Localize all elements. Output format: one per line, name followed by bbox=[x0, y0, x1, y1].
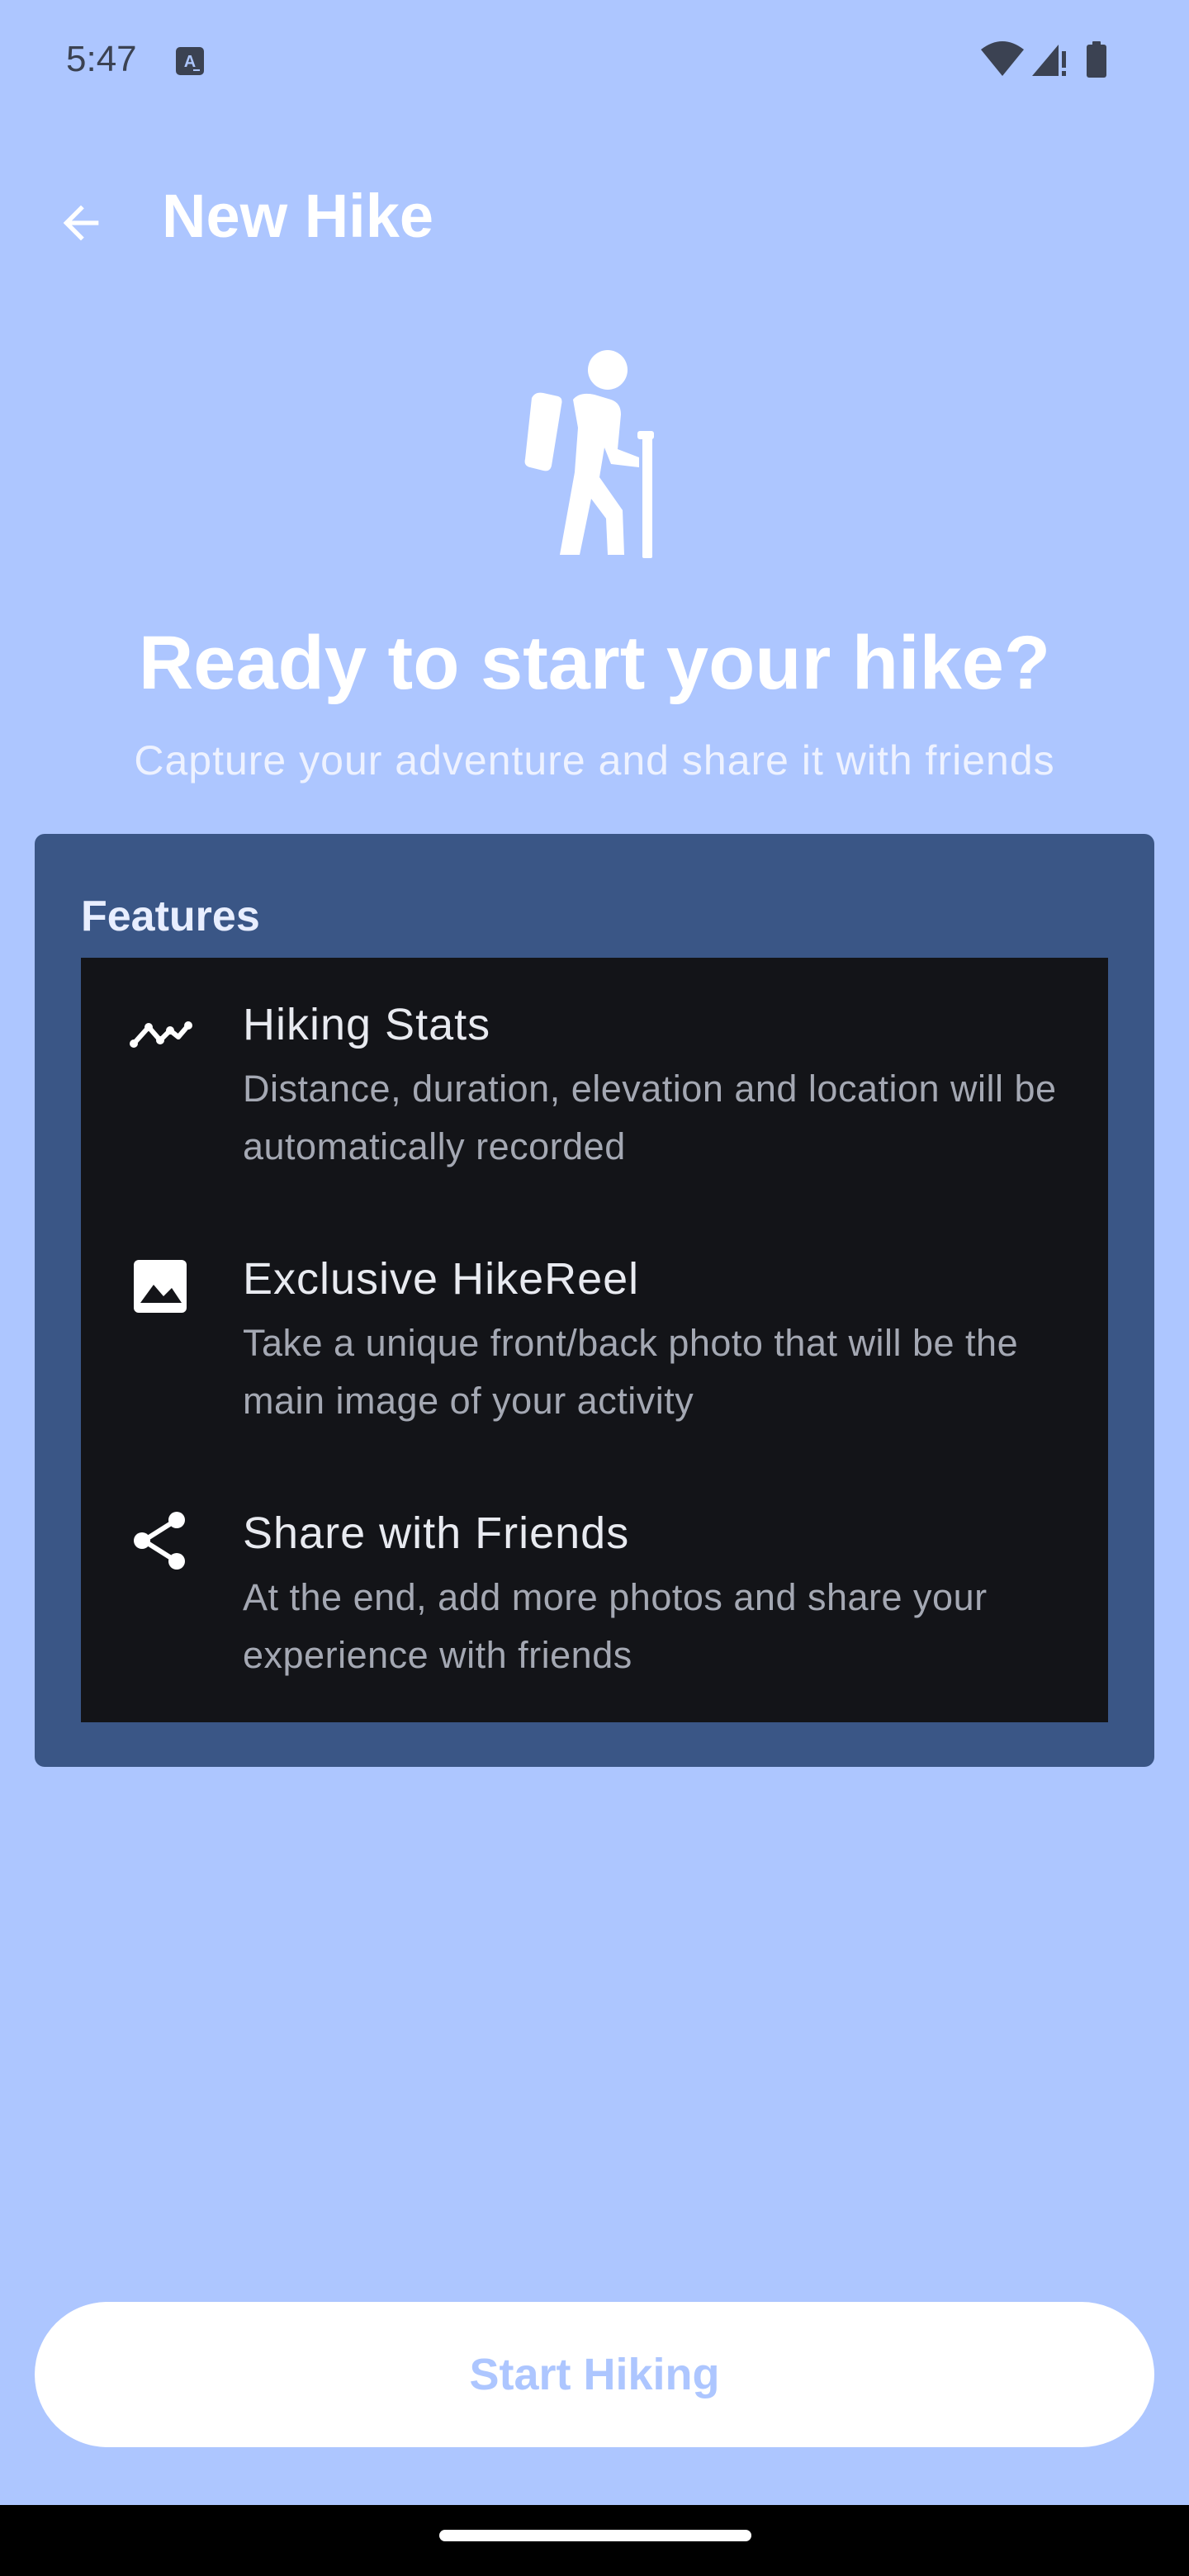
back-button[interactable] bbox=[33, 175, 129, 271]
hero-title: Ready to start your hike? bbox=[138, 621, 1051, 705]
feature-description: At the end, add more photos and share yo… bbox=[243, 1576, 988, 1676]
signal-icon bbox=[1032, 45, 1066, 76]
start-hiking-label: Start Hiking bbox=[469, 2350, 720, 2399]
feature-item-hiking-stats: Hiking Stats Distance, duration, elevati… bbox=[81, 958, 1108, 1212]
image-icon bbox=[127, 1253, 193, 1319]
battery-icon bbox=[1087, 41, 1106, 78]
status-time: 5:47 bbox=[66, 39, 137, 79]
hero-subtitle: Capture your adventure and share it with… bbox=[134, 737, 1055, 784]
new-hike-screen: 5:47 A New Hike Ready to start your hike… bbox=[0, 0, 1189, 2576]
svg-text:A: A bbox=[184, 53, 196, 71]
feature-item-share: Share with Friends At the end, add more … bbox=[81, 1466, 1108, 1721]
navigation-bar bbox=[0, 2505, 1189, 2576]
feature-title: Exclusive HikeReel bbox=[243, 1254, 640, 1304]
features-list: Hiking Stats Distance, duration, elevati… bbox=[81, 958, 1108, 1722]
feature-title: Hiking Stats bbox=[243, 1000, 491, 1049]
features-heading: Features bbox=[81, 893, 260, 940]
feature-description: Take a unique front/back photo that will… bbox=[243, 1322, 1019, 1422]
home-gesture-handle[interactable] bbox=[439, 2530, 751, 2541]
features-card: Features Hiking Stats Distance, duration… bbox=[35, 834, 1154, 1767]
feature-description: Distance, duration, elevation and locati… bbox=[243, 1068, 1057, 1167]
accessibility-a-icon: A bbox=[176, 47, 204, 75]
feature-title: Share with Friends bbox=[243, 1508, 630, 1558]
top-app-bar: New Hike bbox=[0, 145, 1189, 277]
share-icon bbox=[127, 1508, 193, 1574]
page-title: New Hike bbox=[162, 182, 434, 250]
trending-line-icon bbox=[127, 1001, 193, 1067]
hiker-icon bbox=[524, 350, 654, 558]
arrow-back-icon bbox=[63, 205, 99, 241]
start-hiking-button[interactable]: Start Hiking bbox=[35, 2302, 1154, 2447]
feature-item-hikereel: Exclusive HikeReel Take a unique front/b… bbox=[81, 1212, 1108, 1466]
wifi-icon bbox=[981, 41, 1024, 76]
status-bar: 5:47 A bbox=[0, 0, 1189, 119]
